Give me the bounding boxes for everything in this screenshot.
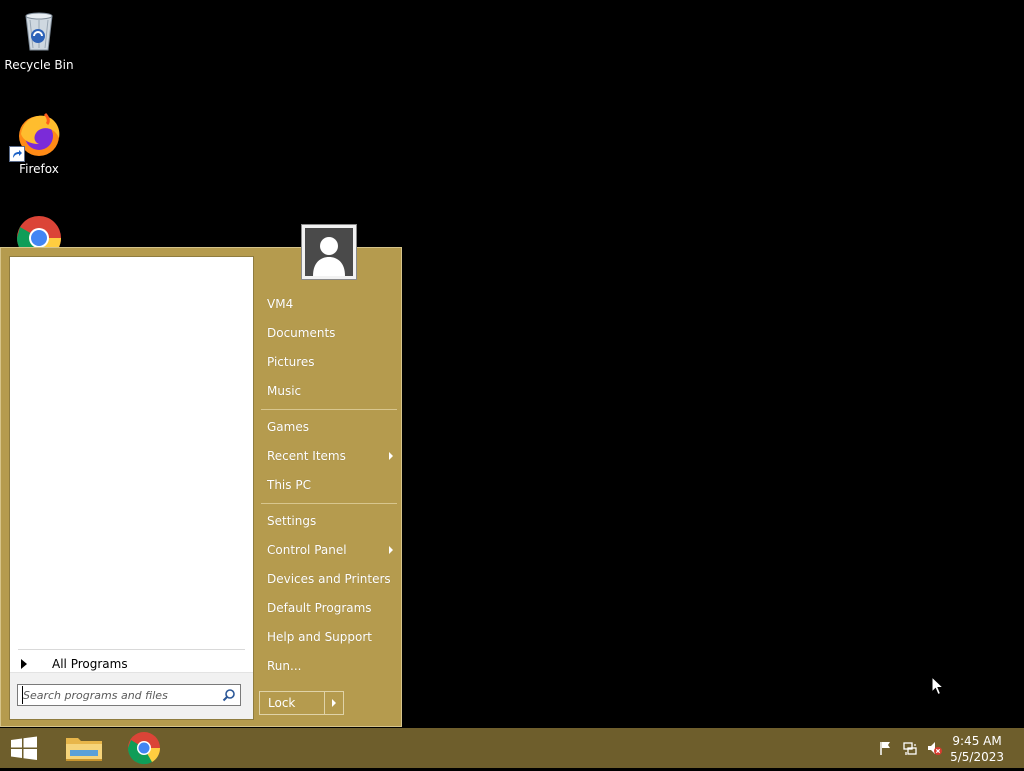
start-item-label: Run...: [267, 659, 302, 673]
lock-button[interactable]: Lock: [259, 691, 324, 715]
start-item-this-pc[interactable]: This PC: [259, 471, 399, 500]
taskbar-chrome-button[interactable]: [116, 728, 172, 768]
desktop-icon-label: Recycle Bin: [4, 58, 74, 72]
start-item-vm4[interactable]: VM4: [259, 290, 399, 319]
start-item-label: Documents: [267, 326, 336, 340]
user-avatar-icon: [305, 228, 353, 276]
start-item-label: Music: [267, 384, 302, 398]
divider: [261, 409, 397, 410]
lock-control: Lock: [259, 691, 344, 715]
network-icon[interactable]: [902, 740, 918, 756]
recycle-bin-icon: [15, 6, 63, 54]
start-item-label: Pictures: [267, 355, 315, 369]
start-menu: All Programs VM4 Documents Pictures M: [0, 224, 402, 727]
search-area: [10, 672, 253, 719]
desktop-icon-label: Firefox: [19, 162, 59, 176]
start-menu-left-pane: All Programs: [9, 256, 254, 720]
divider: [261, 503, 397, 504]
clock-date: 5/5/2023: [950, 750, 1004, 764]
chrome-icon: [127, 732, 161, 765]
start-item-label: Recent Items: [267, 449, 346, 463]
start-item-default-programs[interactable]: Default Programs: [259, 594, 399, 623]
start-item-label: Control Panel: [267, 543, 347, 557]
all-programs-label: All Programs: [52, 657, 128, 671]
start-item-label: Devices and Printers: [267, 572, 391, 586]
windows-start-icon: [11, 736, 37, 760]
divider: [18, 649, 245, 650]
submenu-arrow-icon: [389, 546, 393, 554]
search-box[interactable]: [17, 684, 241, 706]
taskbar: 9:45 AM 5/5/2023: [0, 728, 1024, 768]
clock-time: 9:45 AM: [952, 734, 1002, 748]
start-item-documents[interactable]: Documents: [259, 319, 399, 348]
start-item-label: VM4: [267, 297, 294, 311]
firefox-icon: [9, 110, 63, 162]
user-avatar[interactable]: [301, 224, 357, 280]
start-button[interactable]: [0, 728, 48, 768]
submenu-arrow-icon: [389, 452, 393, 460]
file-explorer-icon: [66, 738, 102, 761]
expand-arrow-icon: [21, 659, 27, 669]
search-icon[interactable]: [222, 688, 236, 702]
clock[interactable]: 9:45 AM 5/5/2023: [950, 733, 1004, 765]
action-center-flag-icon[interactable]: [878, 740, 894, 756]
start-item-label: This PC: [267, 478, 311, 492]
search-input[interactable]: [22, 686, 219, 704]
start-item-control-panel[interactable]: Control Panel: [259, 536, 399, 565]
start-item-devices-and-printers[interactable]: Devices and Printers: [259, 565, 399, 594]
start-item-help-and-support[interactable]: Help and Support: [259, 623, 399, 652]
taskbar-file-explorer-button[interactable]: [56, 728, 112, 768]
start-item-music[interactable]: Music: [259, 377, 399, 406]
power-options-arrow-button[interactable]: [324, 691, 344, 715]
start-item-pictures[interactable]: Pictures: [259, 348, 399, 377]
start-item-games[interactable]: Games: [259, 413, 399, 442]
pinned-programs-list: [10, 257, 253, 649]
start-menu-right-pane: VM4 Documents Pictures Music Games Recen…: [259, 290, 399, 681]
system-tray: 9:45 AM 5/5/2023: [864, 728, 1024, 768]
start-item-label: Default Programs: [267, 601, 372, 615]
desktop: Recycle Bin Firefox All Programs Search …: [0, 0, 1024, 728]
desktop-icon-firefox[interactable]: Firefox: [1, 110, 77, 176]
start-item-label: Games: [267, 420, 309, 434]
start-item-settings[interactable]: Settings: [259, 507, 399, 536]
start-item-recent-items[interactable]: Recent Items: [259, 442, 399, 471]
mouse-cursor-icon: [931, 675, 945, 696]
start-item-label: Settings: [267, 514, 317, 528]
start-item-run[interactable]: Run...: [259, 652, 399, 681]
shortcut-arrow-icon: [9, 146, 25, 162]
volume-muted-icon[interactable]: [926, 740, 942, 756]
start-item-label: Help and Support: [267, 630, 372, 644]
desktop-icon-recycle-bin[interactable]: Recycle Bin: [1, 6, 77, 72]
